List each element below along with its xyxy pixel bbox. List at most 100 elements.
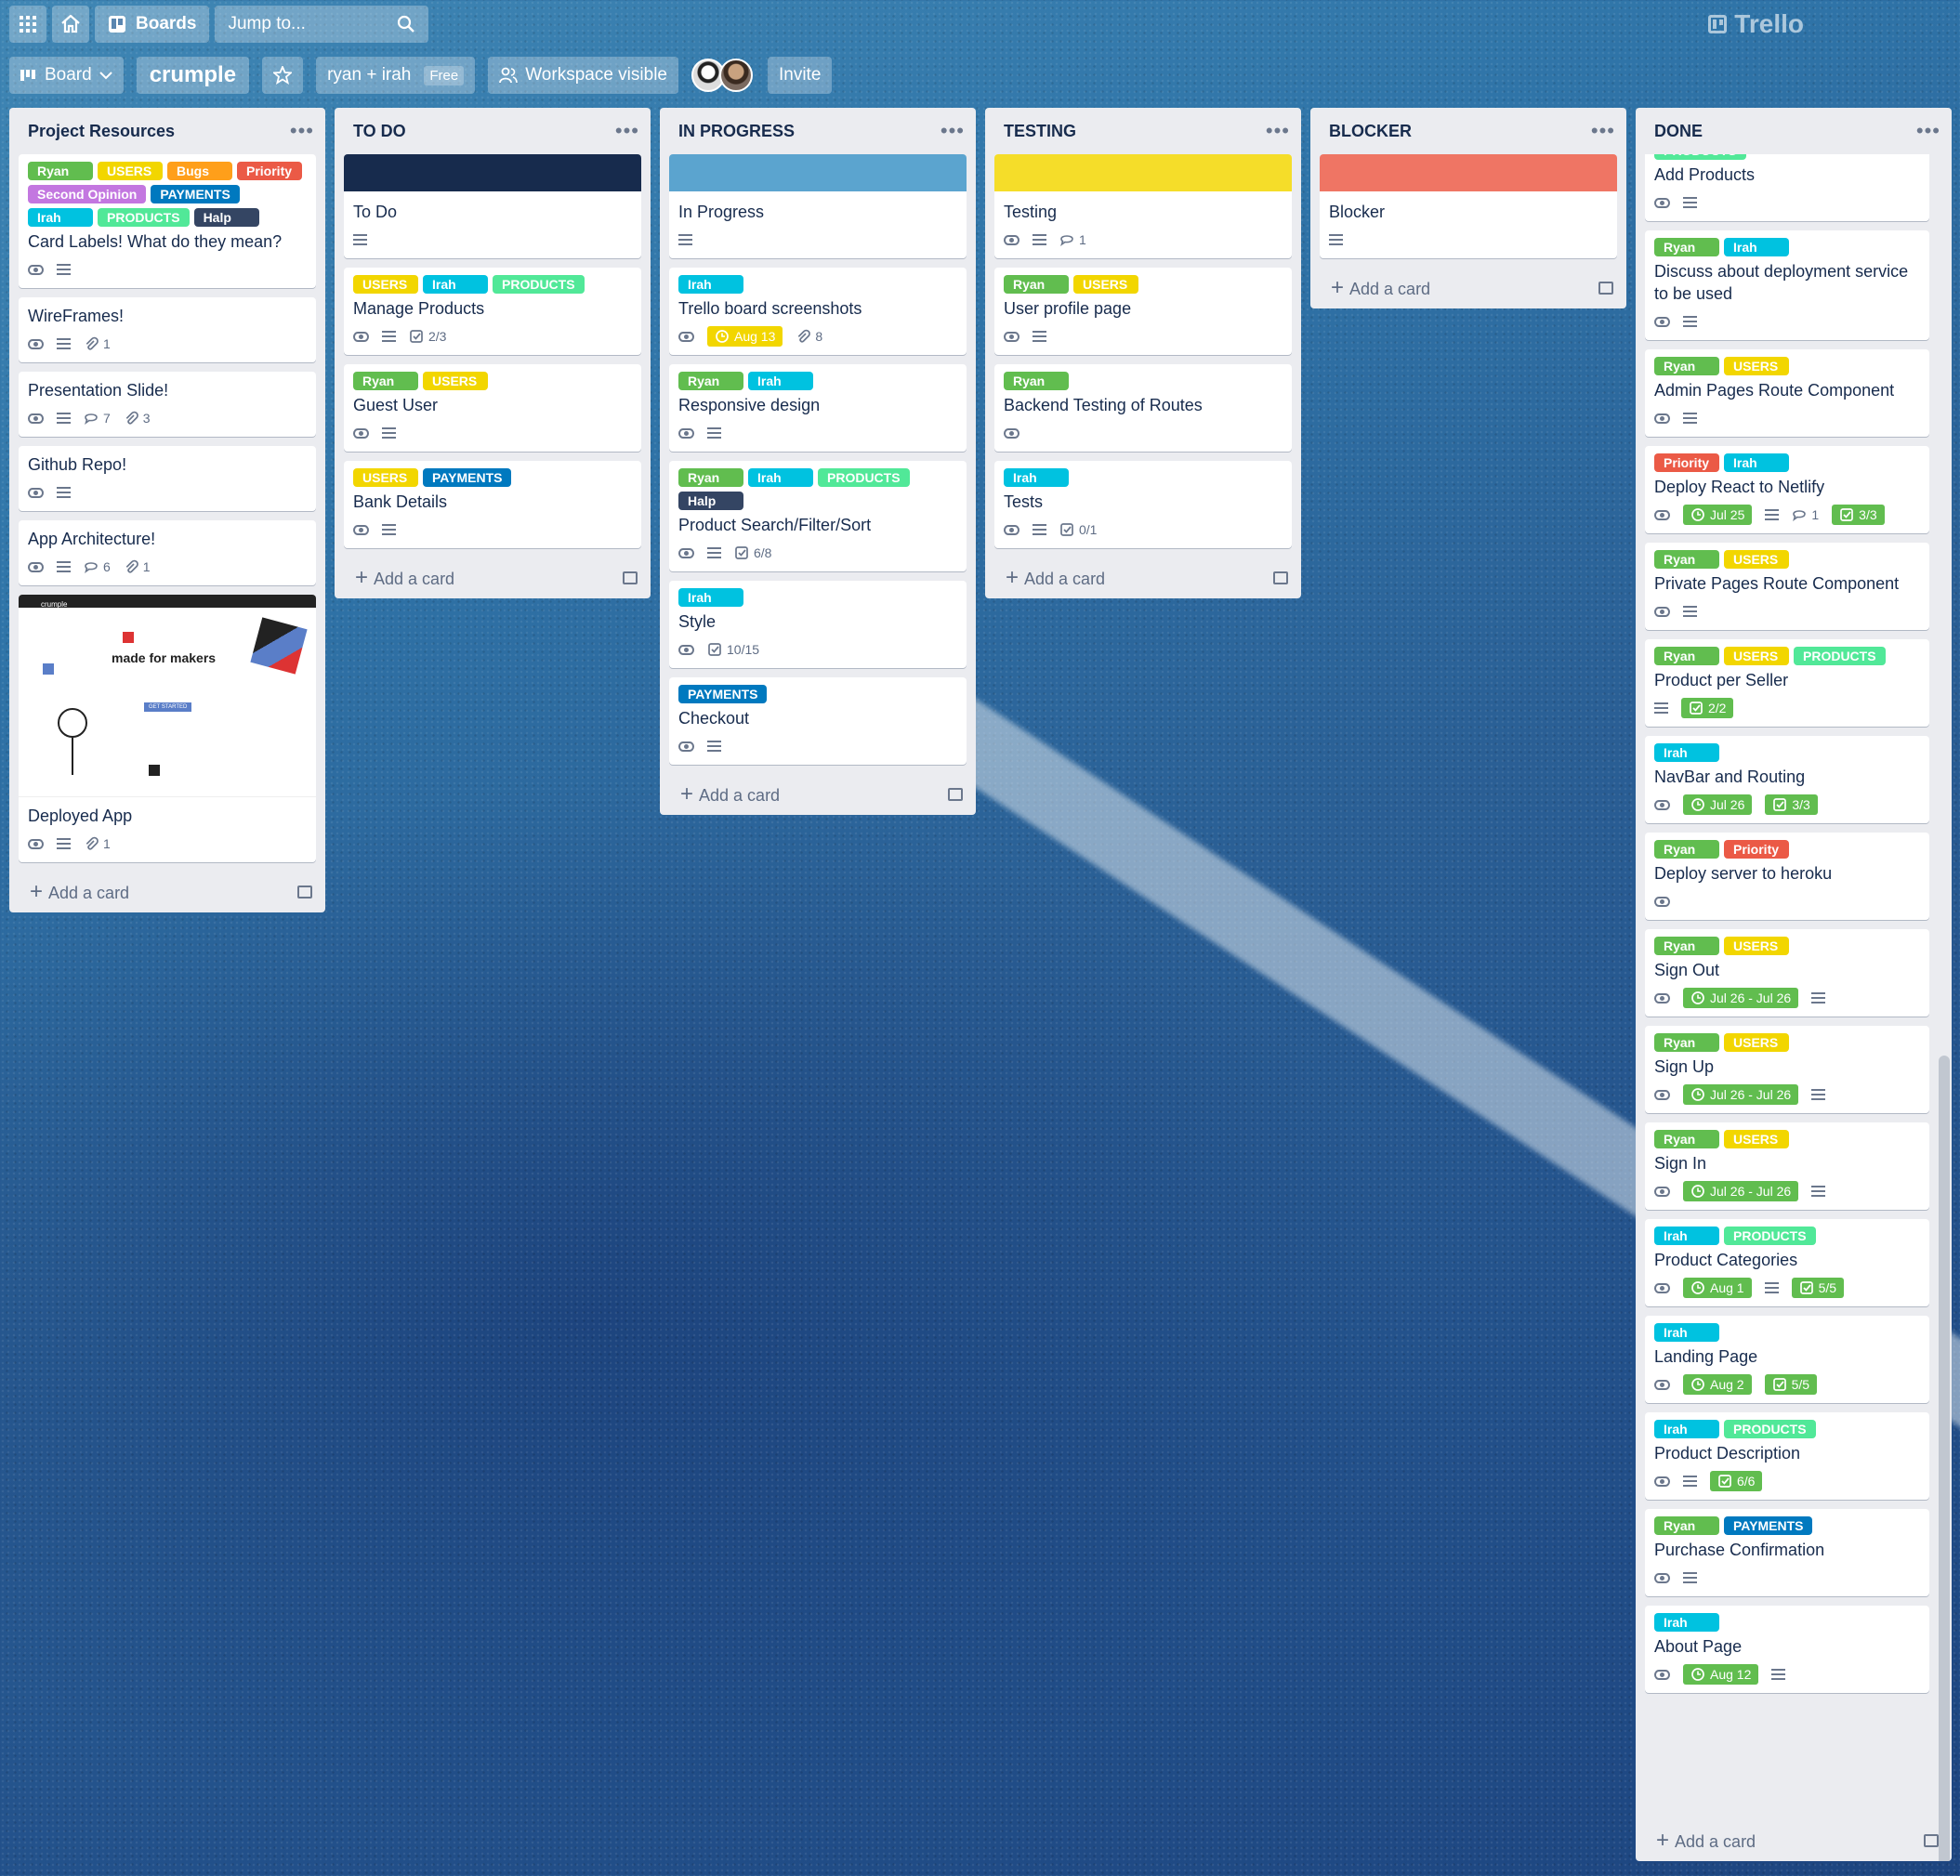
- label[interactable]: PAYMENTS: [1724, 1516, 1813, 1535]
- list-menu-icon[interactable]: •••: [941, 119, 965, 143]
- label[interactable]: USERS: [1724, 1033, 1789, 1052]
- label[interactable]: Irah: [1724, 238, 1789, 256]
- card[interactable]: PAYMENTS Checkout: [669, 677, 967, 765]
- label[interactable]: USERS: [1724, 937, 1789, 955]
- add-card-button[interactable]: + Add a card: [335, 558, 651, 598]
- card[interactable]: Irah Landing Page Aug 2 5/5: [1645, 1316, 1929, 1403]
- label[interactable]: Irah: [423, 275, 488, 294]
- label[interactable]: Ryan: [1654, 1033, 1719, 1052]
- card[interactable]: Ryan USERS User profile page: [994, 268, 1292, 355]
- label[interactable]: Priority: [1724, 840, 1789, 859]
- label[interactable]: PRODUCTS: [818, 468, 910, 487]
- card-template-icon[interactable]: [623, 571, 638, 584]
- label[interactable]: USERS: [1724, 1130, 1789, 1148]
- label[interactable]: Ryan: [1004, 275, 1069, 294]
- card[interactable]: USERS PAYMENTS Bank Details: [344, 461, 641, 548]
- list-menu-icon[interactable]: •••: [290, 119, 314, 143]
- board-view-switcher[interactable]: Board: [9, 57, 124, 94]
- card[interactable]: Ryan Irah PRODUCTS Halp Product Search/Filte…: [669, 461, 967, 571]
- label[interactable]: Irah: [748, 372, 813, 390]
- label[interactable]: PRODUCTS: [1794, 647, 1886, 665]
- due-date-badge[interactable]: Jul 26 - Jul 26: [1683, 1084, 1799, 1105]
- label[interactable]: Ryan: [678, 468, 743, 487]
- card[interactable]: Ryan USERS Sign Out Jul 26 - Jul 26: [1645, 929, 1929, 1017]
- list-menu-icon[interactable]: •••: [1266, 119, 1290, 143]
- due-date-badge[interactable]: Jul 25: [1683, 505, 1753, 525]
- label[interactable]: PRODUCTS: [1724, 1420, 1816, 1438]
- label[interactable]: PRODUCTS: [1724, 1227, 1816, 1245]
- card[interactable]: Irah PRODUCTS Product Categories Aug 1 5/5: [1645, 1219, 1929, 1306]
- card[interactable]: Irah Style 10/15: [669, 581, 967, 668]
- due-date-badge[interactable]: Jul 26 - Jul 26: [1683, 1181, 1799, 1201]
- label[interactable]: Ryan: [678, 372, 743, 390]
- label[interactable]: Ryan: [353, 372, 418, 390]
- label[interactable]: USERS: [98, 162, 163, 180]
- add-card-button[interactable]: + Add a card: [985, 558, 1301, 598]
- card[interactable]: To Do: [344, 154, 641, 258]
- avatar[interactable]: [718, 59, 753, 92]
- card-template-icon[interactable]: [1273, 571, 1288, 584]
- label[interactable]: Ryan: [1654, 550, 1719, 569]
- card[interactable]: Ryan PAYMENTS Purchase Confirmation: [1645, 1509, 1929, 1596]
- label[interactable]: Ryan: [1654, 1516, 1719, 1535]
- card[interactable]: Github Repo!: [19, 446, 316, 511]
- card[interactable]: Ryan USERS Sign In Jul 26 - Jul 26: [1645, 1122, 1929, 1210]
- list-title[interactable]: IN PROGRESS: [678, 122, 795, 141]
- list-title[interactable]: TESTING: [1004, 122, 1076, 141]
- list-title[interactable]: TO DO: [353, 122, 406, 141]
- label[interactable]: Ryan: [1004, 372, 1069, 390]
- due-date-badge[interactable]: Aug 13: [707, 326, 783, 347]
- label[interactable]: Irah: [1654, 743, 1719, 762]
- label[interactable]: Second Opinion: [28, 185, 147, 203]
- card[interactable]: crumple made for makers GET STARTED Deploye…: [19, 595, 316, 862]
- boards-button[interactable]: Boards: [95, 6, 210, 43]
- label[interactable]: USERS: [1073, 275, 1138, 294]
- card[interactable]: Ryan Backend Testing of Routes: [994, 364, 1292, 452]
- card[interactable]: USERS Irah PRODUCTS Manage Products 2/3: [344, 268, 641, 355]
- card[interactable]: Blocker: [1320, 154, 1617, 258]
- board-name[interactable]: crumple: [136, 57, 250, 94]
- label[interactable]: PAYMENTS: [678, 685, 768, 703]
- label[interactable]: Irah: [28, 208, 93, 227]
- card[interactable]: Irah Trello board screenshots Aug 13 8: [669, 268, 967, 355]
- list-menu-icon[interactable]: •••: [615, 119, 639, 143]
- card[interactable]: Presentation Slide! 7 3: [19, 372, 316, 437]
- card[interactable]: Ryan Irah Discuss about deployment service…: [1645, 230, 1929, 340]
- visibility-button[interactable]: Workspace visible: [488, 57, 678, 94]
- card[interactable]: Irah NavBar and Routing Jul 26 3/3: [1645, 736, 1929, 823]
- label[interactable]: USERS: [1724, 550, 1789, 569]
- label[interactable]: Irah: [1654, 1613, 1719, 1632]
- label[interactable]: Irah: [748, 468, 813, 487]
- label[interactable]: USERS: [1724, 357, 1789, 375]
- due-date-badge[interactable]: Jul 26: [1683, 794, 1753, 815]
- card[interactable]: Irah About Page Aug 12: [1645, 1606, 1929, 1693]
- label[interactable]: USERS: [1724, 647, 1789, 665]
- label[interactable]: Ryan: [1654, 647, 1719, 665]
- add-card-button[interactable]: + Add a card: [1310, 268, 1626, 308]
- label[interactable]: Irah: [678, 275, 743, 294]
- apps-grid-button[interactable]: [9, 6, 46, 43]
- card-template-icon[interactable]: [1924, 1834, 1939, 1847]
- card[interactable]: Ryan USERS Guest User: [344, 364, 641, 452]
- list-title[interactable]: BLOCKER: [1329, 122, 1412, 141]
- list-title[interactable]: Project Resources: [28, 122, 175, 141]
- add-card-button[interactable]: + Add a card: [1636, 1820, 1952, 1861]
- card[interactable]: Ryan Irah Responsive design: [669, 364, 967, 452]
- label[interactable]: Irah: [678, 588, 743, 607]
- card[interactable]: Ryan USERS Sign Up Jul 26 - Jul 26: [1645, 1026, 1929, 1113]
- card[interactable]: Ryan Priority Deploy server to heroku: [1645, 833, 1929, 920]
- label[interactable]: PRODUCTS: [1654, 154, 1746, 160]
- card[interactable]: WireFrames! 1: [19, 297, 316, 362]
- list-title[interactable]: DONE: [1654, 122, 1703, 141]
- card[interactable]: Ryan USERS Admin Pages Route Component: [1645, 349, 1929, 437]
- list-scrollbar[interactable]: [1939, 1056, 1950, 1861]
- label[interactable]: Ryan: [1654, 1130, 1719, 1148]
- label[interactable]: Halp: [193, 208, 259, 227]
- card[interactable]: In Progress: [669, 154, 967, 258]
- label[interactable]: PRODUCTS: [493, 275, 585, 294]
- star-board-button[interactable]: [262, 57, 304, 94]
- card[interactable]: Irah Tests 0/1: [994, 461, 1292, 548]
- card[interactable]: Ryan USERS PRODUCTS Product per Seller 2/2: [1645, 639, 1929, 727]
- label[interactable]: USERS: [423, 372, 488, 390]
- label[interactable]: PAYMENTS: [151, 185, 240, 203]
